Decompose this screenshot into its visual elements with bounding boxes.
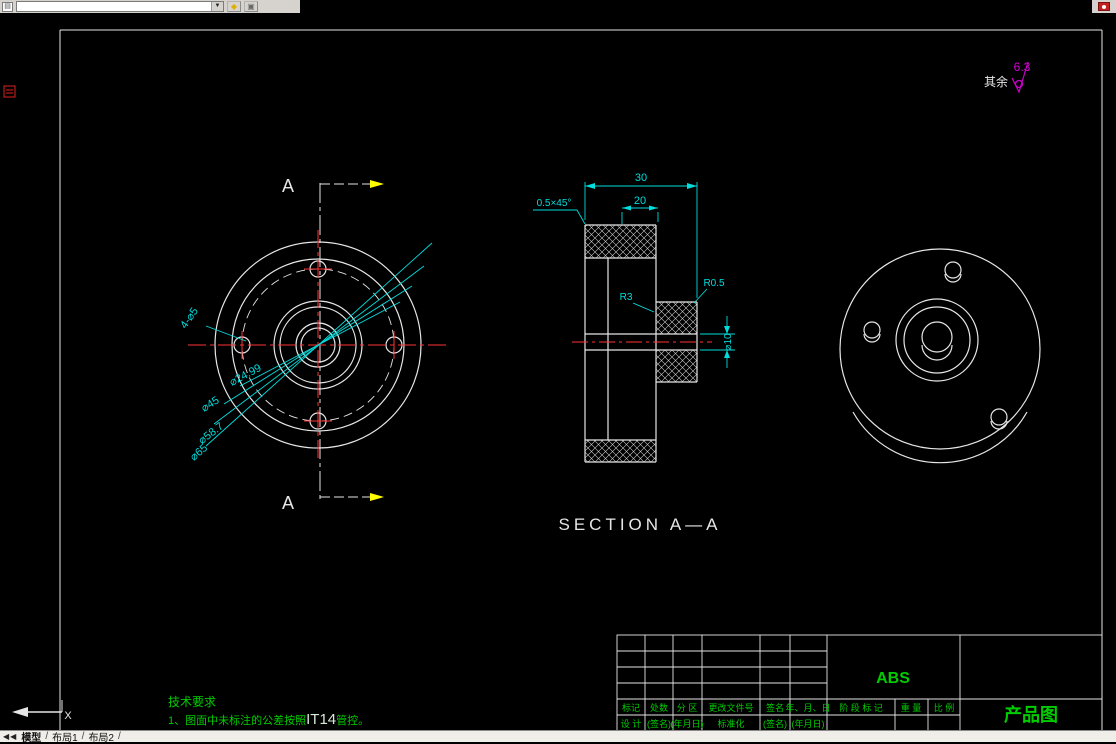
layer-combo[interactable]: ▼ [16, 1, 224, 12]
close-icon[interactable] [1098, 2, 1110, 11]
tb-label-qm2: (签名) [647, 718, 671, 729]
tb-label-wenjianhao: 更改文件号 [708, 702, 753, 713]
dim-20: 20 [634, 195, 646, 207]
section-title: SECTION A—A [558, 515, 721, 534]
surface-finish-note: 其余 6.3 [984, 60, 1031, 94]
tech-req-line: 1、图面中未标注的公差按照IT14管控。 [168, 711, 369, 728]
tb-label-qianming: 签名 [766, 702, 784, 713]
color-swatch-icon[interactable]: ◆ [227, 1, 241, 12]
section-view: 30 20 0.5×45° R3 R0.5 ⌀10 SECTION A—A [533, 172, 735, 534]
technical-requirements: 技术要求 1、图面中未标注的公差按照IT14管控。 [168, 695, 369, 728]
layout-tab-bar: ◀◀ 模型 / 布局1 / 布局2 / [0, 730, 1116, 744]
document-icon[interactable]: ▤ [2, 1, 13, 12]
tab-nav-arrows-icon[interactable]: ◀◀ [3, 732, 17, 741]
tb-label-biaozhunhua: 标准化 [717, 718, 744, 729]
tb-drawing-name: 产品图 [1004, 704, 1058, 725]
tab-separator: / [81, 731, 85, 742]
section-letter-top: A [282, 176, 294, 196]
dim-holes: 4-⌀5 [178, 306, 201, 331]
dim-30: 30 [635, 172, 647, 184]
cube-icon[interactable]: ▣ [244, 1, 258, 12]
tb-label-fenqu: 分 区 [677, 703, 698, 713]
tech-req-heading: 技术要求 [168, 695, 216, 709]
tb-label-zhongliang: 重 量 [901, 702, 922, 713]
tech-req-prefix: 1、图面中未标注的公差按照 [168, 713, 306, 727]
drawing-canvas[interactable]: A A ⌀24.99 ⌀45 ⌀58.7 ⌀65 4-⌀5 30 20 0.5×… [0, 0, 1116, 742]
dim-d10: ⌀10 [723, 333, 734, 351]
section-arrow-bottom [370, 493, 384, 501]
dim-r05: R0.5 [703, 278, 725, 289]
tb-label-nyr3: (年月日) [792, 718, 825, 729]
title-block: 标记 处数 分 区 更改文件号 签名 年、月、日 设 计 (签名) (年月日) … [616, 634, 1103, 732]
dim-r3: R3 [620, 292, 633, 303]
toolbar-right [1092, 0, 1116, 13]
tb-label-nyr2: (年月日) [671, 718, 704, 729]
tech-req-suffix: 管控。 [336, 713, 369, 727]
dim-d45: ⌀45 [199, 394, 221, 414]
toolbar-left: ▤ ▼ ◆ ▣ [0, 0, 300, 13]
dim-chamfer: 0.5×45° [537, 198, 572, 209]
tb-label-biaoji: 标记 [622, 702, 640, 713]
chevron-down-icon[interactable]: ▼ [211, 2, 223, 11]
dim-d24: ⌀24.99 [228, 362, 264, 389]
ucs-x-label: X [64, 710, 72, 722]
ucs-icon: X [12, 700, 72, 722]
tb-label-jieduan: 阶 段 标 记 [839, 702, 883, 713]
layer-combo-input[interactable] [17, 2, 211, 11]
tb-material: ABS [876, 670, 910, 687]
iso-view [839, 248, 1041, 464]
tb-label-bili: 比 例 [934, 702, 955, 713]
section-dim-lines [533, 182, 735, 368]
tab-separator: / [45, 731, 49, 742]
tb-label-sheji: 设 计 [621, 718, 642, 729]
front-view: A A ⌀24.99 ⌀45 ⌀58.7 ⌀65 4-⌀5 [178, 176, 450, 513]
tech-req-code: IT14 [306, 711, 336, 728]
tb-label-riqi: 年、月、日 [785, 702, 830, 713]
section-letter-bottom: A [282, 493, 294, 513]
tab-separator: / [118, 731, 121, 742]
section-arrow-top [370, 180, 384, 188]
tb-label-chushu: 处数 [650, 702, 668, 713]
tb-label-qm3: (签名) [763, 718, 787, 729]
red-marker-icon[interactable] [3, 85, 16, 98]
surface-finish-prefix: 其余 [984, 74, 1008, 89]
